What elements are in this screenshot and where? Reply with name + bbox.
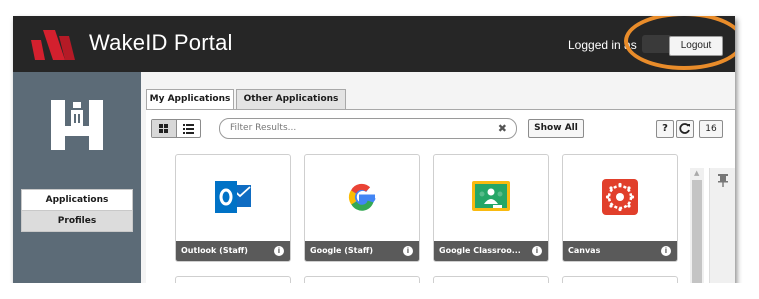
view-toggle bbox=[151, 119, 201, 138]
help-button[interactable]: ? bbox=[656, 120, 674, 138]
app-tile-canvas[interactable]: Canvas i bbox=[562, 154, 678, 262]
filter-box: ✖ bbox=[219, 118, 517, 139]
app-title: WakeID Portal bbox=[89, 30, 233, 55]
app-tile-footer: Google (Staff) i bbox=[305, 241, 419, 261]
google-classroom-icon bbox=[472, 181, 510, 211]
app-tile-label: Outlook (Staff) bbox=[181, 246, 248, 255]
pin-icon[interactable] bbox=[717, 173, 729, 187]
wakeid-logo-icon bbox=[31, 30, 75, 60]
app-count-badge: 16 bbox=[699, 120, 723, 138]
university-logo-icon bbox=[51, 100, 103, 150]
grid-icon bbox=[159, 124, 168, 133]
canvas-icon bbox=[602, 179, 638, 215]
google-icon bbox=[348, 183, 376, 211]
pin-panel bbox=[709, 168, 735, 286]
show-all-button[interactable]: Show All bbox=[528, 119, 584, 138]
outlook-icon bbox=[215, 181, 251, 213]
torn-edge bbox=[0, 283, 759, 299]
app-tile-google-classroom[interactable]: Google Classroo... i bbox=[433, 154, 549, 262]
filter-input[interactable] bbox=[230, 121, 480, 135]
info-icon[interactable]: i bbox=[274, 246, 284, 256]
sidebar-item-profiles[interactable]: Profiles bbox=[21, 211, 133, 232]
applications-panel: ✖ Show All ? 16 Outlook (Staff) i bbox=[146, 109, 735, 286]
list-icon bbox=[183, 124, 194, 134]
refresh-icon bbox=[679, 123, 690, 134]
app-tile-google[interactable]: Google (Staff) i bbox=[304, 154, 420, 262]
app-tile-footer: Outlook (Staff) i bbox=[176, 241, 290, 261]
app-tile-label: Google (Staff) bbox=[310, 246, 374, 255]
info-icon[interactable]: i bbox=[403, 246, 413, 256]
info-icon[interactable]: i bbox=[532, 246, 542, 256]
scrollbar[interactable]: ▲ bbox=[690, 168, 704, 286]
refresh-button[interactable] bbox=[676, 120, 694, 138]
portal-window: WakeID Portal Logged in as Logout Applic… bbox=[13, 16, 735, 286]
sidebar: Applications Profiles bbox=[13, 72, 141, 286]
info-icon[interactable]: i bbox=[661, 246, 671, 256]
clear-filter-icon[interactable]: ✖ bbox=[498, 122, 507, 135]
app-tile-footer: Google Classroo... i bbox=[434, 241, 548, 261]
sidebar-item-applications[interactable]: Applications bbox=[21, 189, 133, 211]
grid-view-button[interactable] bbox=[152, 120, 177, 137]
scroll-thumb[interactable] bbox=[692, 180, 702, 286]
side-navigation: Applications Profiles bbox=[21, 189, 133, 232]
tab-other-applications[interactable]: Other Applications bbox=[236, 89, 346, 109]
tab-my-applications[interactable]: My Applications bbox=[146, 89, 234, 110]
app-tile-outlook[interactable]: Outlook (Staff) i bbox=[175, 154, 291, 262]
scroll-up-icon[interactable]: ▲ bbox=[694, 169, 699, 177]
app-tile-footer: Canvas i bbox=[563, 241, 677, 261]
app-tile-label: Canvas bbox=[568, 246, 601, 255]
list-view-button[interactable] bbox=[177, 120, 200, 137]
app-tile-label: Google Classroo... bbox=[439, 246, 521, 255]
